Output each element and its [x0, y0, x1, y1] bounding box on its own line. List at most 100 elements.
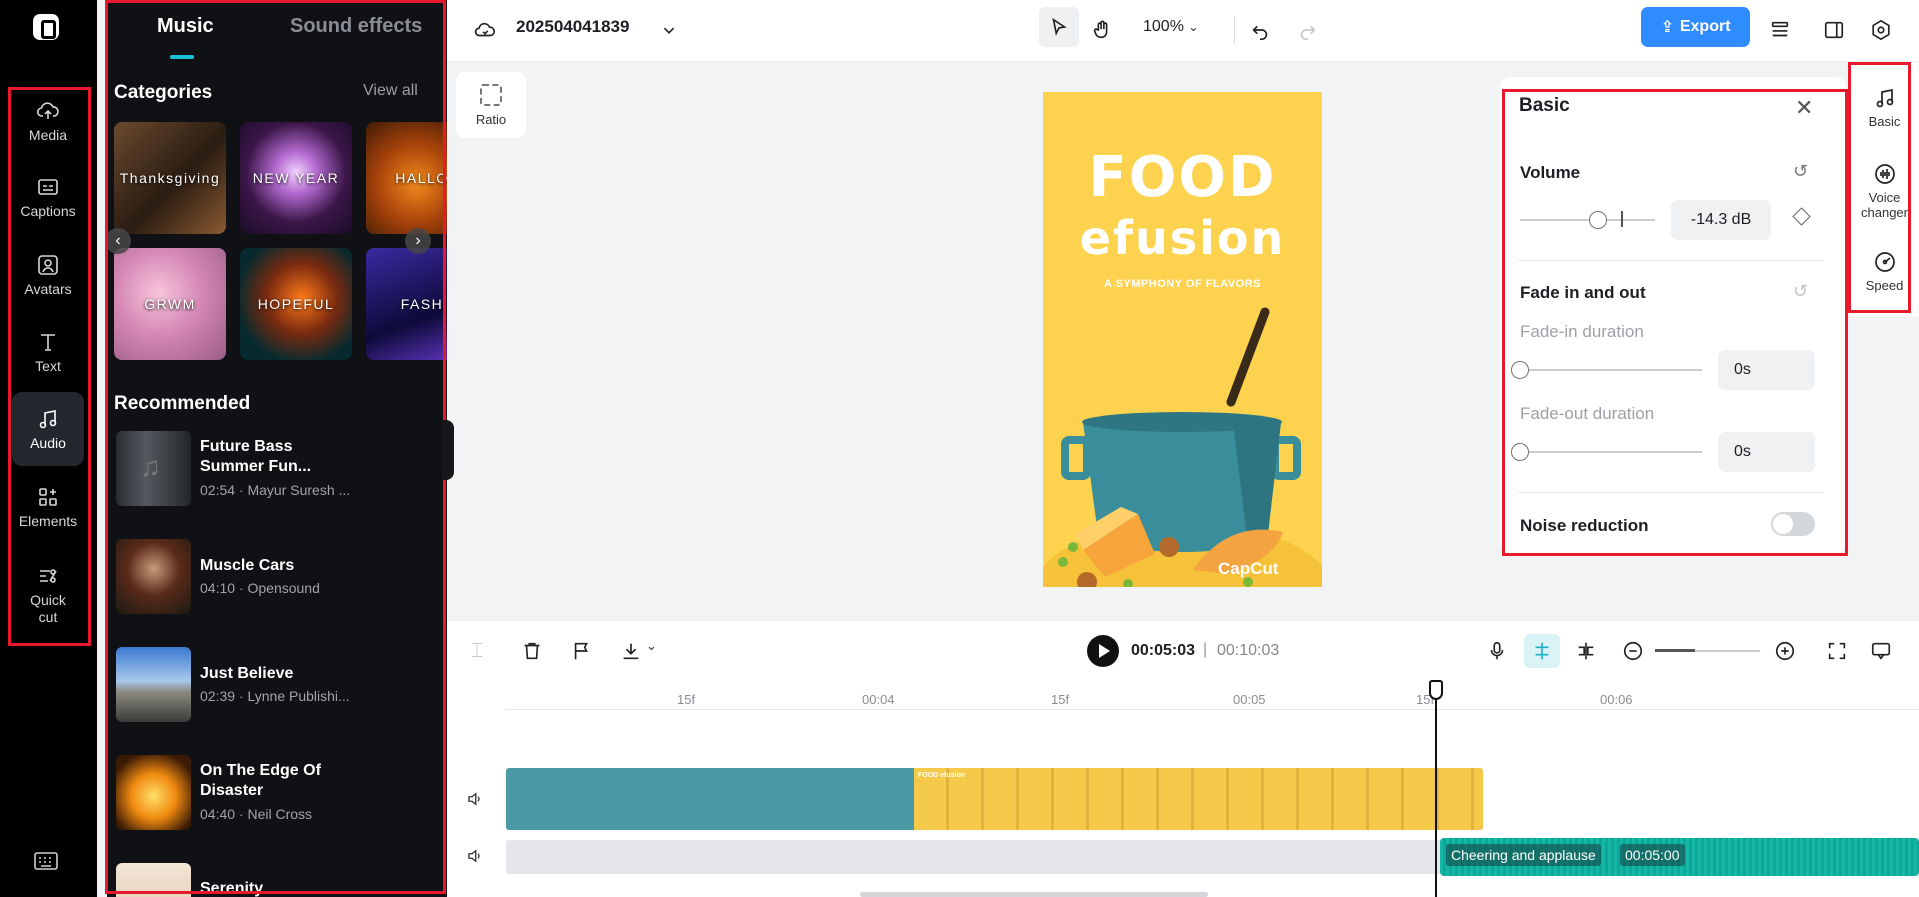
select-pointer-icon[interactable]: [1039, 7, 1079, 47]
nav-avatars[interactable]: Avatars: [12, 238, 84, 312]
settings-gear-icon[interactable]: [1865, 14, 1897, 46]
close-icon[interactable]: ✕: [1795, 95, 1813, 121]
trash-icon[interactable]: [521, 640, 543, 662]
redo-icon[interactable]: [1292, 14, 1324, 46]
category-card[interactable]: NEW YEAR: [240, 122, 352, 234]
flag-marker-icon[interactable]: [571, 640, 593, 662]
speaker-icon[interactable]: [466, 790, 484, 808]
right-tab-voice-changer[interactable]: Voice changer: [1850, 162, 1919, 220]
right-tab-basic[interactable]: Basic: [1850, 86, 1919, 129]
categories-heading: Categories: [114, 82, 213, 103]
avatar-icon: [38, 254, 58, 275]
speaker-icon[interactable]: [466, 847, 484, 865]
zoom-level[interactable]: 100% ⌄: [1143, 18, 1198, 36]
keyframe-diamond-icon[interactable]: [1792, 207, 1811, 226]
fit-timeline-icon[interactable]: [1826, 640, 1848, 662]
right-tab-speed[interactable]: Speed: [1850, 250, 1919, 293]
music-panel: Music Sound effects Categories View all …: [107, 0, 447, 897]
track-item[interactable]: On The Edge Of Disaster 04:40 · Neil Cro…: [116, 755, 376, 831]
nav-elements[interactable]: Elements: [12, 470, 84, 544]
keyboard-icon[interactable]: [34, 852, 58, 870]
nav-text[interactable]: Text: [12, 315, 84, 389]
category-card[interactable]: GRWM: [114, 248, 226, 360]
split-icon[interactable]: ⌶: [471, 640, 483, 663]
reset-fade-icon[interactable]: ↺: [1793, 281, 1808, 302]
fade-out-label: Fade-out duration: [1520, 404, 1655, 423]
ratio-button[interactable]: Ratio: [456, 72, 526, 138]
nav-media[interactable]: Media: [12, 84, 84, 158]
category-card[interactable]: HOPEFUL: [240, 248, 352, 360]
project-name[interactable]: 202504041839: [516, 17, 629, 37]
capcut-logo-icon[interactable]: [33, 14, 59, 40]
chevron-down-icon[interactable]: [653, 14, 685, 46]
undo-icon[interactable]: [1244, 14, 1276, 46]
track-title: Muscle Cars: [200, 557, 295, 574]
playhead-handle[interactable]: [1429, 680, 1443, 700]
time-ruler[interactable]: 15f 00:04 15f 00:05 15f 00:06: [505, 680, 1919, 710]
right-tab-voice-changer-label: Voice changer: [1861, 190, 1908, 220]
view-all-link[interactable]: View all: [363, 82, 418, 100]
fade-out-value[interactable]: 0s: [1718, 432, 1815, 472]
fade-out-slider-track[interactable]: [1520, 451, 1702, 453]
track-thumbnail: [116, 863, 191, 897]
download-icon[interactable]: [620, 640, 642, 662]
auto-snap-toggle[interactable]: [1524, 634, 1560, 668]
nav-captions-label: Captions: [20, 202, 76, 219]
noise-reduction-toggle[interactable]: [1771, 512, 1815, 536]
category-label: GRWM: [144, 296, 196, 312]
video-clip-track[interactable]: FOOD efusion: [506, 768, 1483, 830]
category-card[interactable]: Thanksgiving: [114, 122, 226, 234]
play-button[interactable]: [1087, 635, 1119, 667]
category-card[interactable]: HALLO: [366, 122, 447, 234]
track-item[interactable]: Serenity: [116, 863, 376, 897]
track-item[interactable]: Muscle Cars 04:10 · Opensound: [116, 539, 376, 615]
export-button[interactable]: ⇪ Export: [1641, 7, 1750, 47]
timeline-horizontal-scrollbar[interactable]: [860, 892, 1208, 897]
tab-music[interactable]: Music: [157, 15, 214, 38]
chevron-right-icon[interactable]: ›: [405, 228, 431, 254]
link-clips-icon[interactable]: [1575, 640, 1597, 662]
comment-icon[interactable]: [1870, 640, 1892, 662]
hand-pan-icon[interactable]: [1086, 14, 1118, 46]
nav-audio-label: Audio: [30, 434, 66, 451]
track-thumbnail: ♫: [116, 431, 191, 506]
volume-value[interactable]: -14.3 dB: [1671, 200, 1771, 240]
microphone-icon[interactable]: [1486, 640, 1508, 662]
zoom-in-icon[interactable]: [1774, 640, 1796, 662]
chevron-down-icon[interactable]: ⌄: [646, 638, 657, 654]
quick-cut-icon: [40, 569, 57, 583]
total-time: 00:10:03: [1217, 642, 1280, 659]
nav-quick-cut[interactable]: Quick cut: [12, 552, 84, 638]
nav-audio[interactable]: Audio: [12, 392, 84, 466]
time-separator: |: [1203, 641, 1208, 658]
music-note-icon: ♫: [140, 451, 161, 482]
category-card[interactable]: FASH: [366, 248, 447, 360]
fade-out-slider-knob[interactable]: [1511, 443, 1529, 461]
track-item[interactable]: Just Believe 02:39 · Lynne Publishi...: [116, 647, 376, 723]
volume-slider-knob[interactable]: [1589, 211, 1608, 229]
ruler-tick: 00:06: [1600, 692, 1633, 707]
fade-in-slider-knob[interactable]: [1511, 361, 1529, 379]
cloud-sync-icon[interactable]: [469, 14, 501, 46]
nav-captions[interactable]: Captions: [12, 160, 84, 234]
layers-icon[interactable]: [1764, 14, 1796, 46]
video-preview[interactable]: FOOD efusion A SYMPHONY OF FLAVORS CapCu…: [1043, 92, 1322, 587]
nav-elements-label: Elements: [18, 512, 78, 529]
volume-slider-track[interactable]: [1520, 219, 1655, 221]
tab-sound-effects[interactable]: Sound effects: [290, 15, 422, 38]
category-label: NEW YEAR: [252, 170, 340, 186]
reset-volume-icon[interactable]: ↺: [1793, 161, 1808, 182]
fade-in-label: Fade-in duration: [1520, 322, 1644, 341]
zoom-out-icon[interactable]: [1622, 640, 1644, 662]
track-title: Serenity: [200, 880, 264, 897]
toolbar-divider: [1234, 16, 1235, 44]
fade-in-value[interactable]: 0s: [1718, 350, 1815, 390]
layout-panel-icon[interactable]: [1818, 14, 1850, 46]
track-item[interactable]: ♫ Future Bass Summer Fun... 02:54 · Mayu…: [116, 431, 376, 507]
audio-clip[interactable]: Cheering and applause 00:05:00: [1440, 838, 1919, 876]
fade-in-slider-track[interactable]: [1520, 369, 1702, 371]
playhead-line[interactable]: [1435, 680, 1437, 897]
panel-collapse-handle[interactable]: [442, 420, 454, 480]
nav-media-label: Media: [28, 126, 68, 143]
nav-avatars-label: Avatars: [24, 280, 72, 297]
